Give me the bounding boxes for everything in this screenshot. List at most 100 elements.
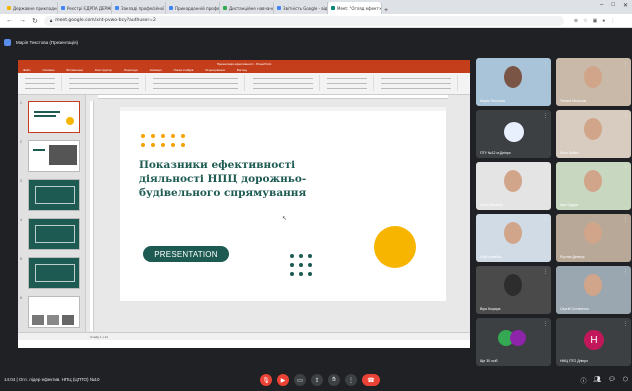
thumbnail-number: 4 — [20, 218, 22, 222]
tile-options-icon[interactable]: ⋮ — [543, 113, 548, 119]
ribbon-group[interactable] — [66, 75, 146, 91]
ribbon-group[interactable] — [324, 75, 374, 91]
lock-icon: 🔒︎ — [49, 18, 53, 24]
participant-tile[interactable]: ⋮ Тетяна Мельник — [556, 58, 631, 106]
ppt-menu-item[interactable]: Переходи — [124, 68, 138, 72]
extension-icon[interactable]: ▣ — [593, 18, 598, 24]
new-tab-icon[interactable]: + — [384, 7, 388, 14]
participant-tile[interactable]: ⋮ Ще 30 осіб — [476, 318, 551, 366]
tab-title: Прикордонній професі — [175, 5, 220, 11]
ribbon-group[interactable] — [378, 75, 458, 91]
tab-favicon-icon — [169, 6, 173, 10]
tile-options-icon[interactable]: ⋮ — [543, 165, 548, 171]
browser-tab[interactable]: Дистанційне навчання✕ — [220, 2, 274, 14]
participant-tile[interactable]: ⋮ Сергій Остапенко — [556, 266, 631, 314]
people-icon[interactable]: 👥︎ — [594, 376, 602, 385]
url-field[interactable]: 🔒︎ meet.google.com/xnt-pvwo-bcy?authuser=… — [43, 15, 564, 26]
tab-favicon-icon — [61, 6, 65, 10]
participant-tile[interactable]: ⋮ Іван Ордов — [556, 162, 631, 210]
tile-options-icon[interactable]: ⋮ — [623, 165, 628, 171]
participant-tile[interactable]: ⋮ Марія Текстова — [476, 58, 551, 106]
ribbon-group[interactable] — [22, 75, 62, 91]
forward-icon[interactable]: → — [19, 17, 26, 24]
participant-name: НЦВ Кривбас — [480, 255, 502, 259]
back-icon[interactable]: ← — [6, 17, 13, 24]
ribbon-control — [381, 88, 451, 89]
ruler-vertical — [90, 101, 94, 331]
ribbon-control — [381, 83, 451, 84]
profile-icon[interactable]: ● — [602, 18, 605, 24]
menu-icon[interactable]: ⋮ — [610, 18, 615, 24]
hangup-icon[interactable]: ☎︎ — [362, 374, 380, 386]
participant-tile[interactable]: ⋮ Юлія Балаєва — [476, 162, 551, 210]
ribbon-control — [69, 83, 139, 84]
call-controls: 🎙︎ ▶ ▭ ⇪ ✋︎ ⋮ ☎︎ — [260, 374, 380, 386]
ppt-menu-item[interactable]: Анімація — [150, 68, 162, 72]
ribbon-group[interactable] — [250, 75, 320, 91]
tile-options-icon[interactable]: ⋮ — [543, 217, 548, 223]
ppt-menu-item[interactable]: Файл — [23, 68, 30, 72]
minimize-icon[interactable]: – — [600, 2, 603, 9]
participant-video — [584, 170, 602, 192]
ribbon-control — [25, 83, 55, 84]
ruler-horizontal — [98, 95, 448, 99]
participant-tile[interactable]: ⋮ НЦВ Кривбас — [476, 214, 551, 262]
star-icon[interactable]: ☆ — [583, 18, 587, 24]
ppt-menu-item[interactable]: Основне — [42, 68, 54, 72]
browser-tab[interactable]: Державне прикладного✕ — [4, 2, 58, 14]
camera-icon[interactable]: ▶ — [277, 374, 289, 386]
participant-tile[interactable]: Н ⋮ НМЦ ПТО Дніпро — [556, 318, 631, 366]
tab-title: Дистанційне навчання — [229, 5, 274, 11]
ppt-window-title: Презентація ефективності - PowerPoint — [216, 61, 272, 66]
browser-tab[interactable]: Закладі професійної о✕ — [112, 2, 166, 14]
participant-tile[interactable]: ⋮ Леся Бойко — [556, 110, 631, 158]
slide-thumbnail[interactable] — [28, 179, 80, 211]
participant-tile[interactable]: ⋮ ПТУ №12 м.Дніпро — [476, 110, 551, 158]
mic-icon[interactable]: 🎙︎ — [260, 374, 272, 386]
captions-icon[interactable]: ▭ — [294, 374, 306, 386]
tile-options-icon[interactable]: ⋮ — [543, 321, 548, 327]
close-icon[interactable]: ✕ — [623, 2, 628, 9]
raise-hand-icon[interactable]: ✋︎ — [328, 374, 340, 386]
window-controls[interactable]: – □ ✕ — [600, 2, 628, 9]
slide-thumbnail[interactable] — [28, 257, 80, 289]
participant-video — [504, 274, 522, 296]
tab-close-icon[interactable]: ✕ — [379, 6, 381, 11]
tile-options-icon[interactable]: ⋮ — [623, 61, 628, 67]
ribbon-group[interactable] — [150, 75, 245, 91]
present-icon[interactable]: ⇪ — [311, 374, 323, 386]
slide-thumbnail[interactable] — [28, 101, 80, 133]
slide-thumbnail[interactable] — [28, 218, 80, 250]
slide-thumbnail[interactable] — [28, 140, 80, 172]
tile-options-icon[interactable]: ⋮ — [543, 61, 548, 67]
presenter-label: Марія Текстова (Презентація) — [4, 36, 78, 48]
info-icon[interactable]: ⓘ — [580, 376, 586, 385]
ppt-menu-item[interactable]: Вставлення — [66, 68, 82, 72]
chat-icon[interactable]: 💬︎ — [608, 376, 616, 385]
more-icon[interactable]: ⋮ — [345, 374, 357, 386]
ppt-menu-item[interactable]: Рецензування — [205, 68, 225, 72]
tile-options-icon[interactable]: ⋮ — [543, 269, 548, 275]
activities-icon[interactable]: ⬡ — [623, 376, 628, 385]
browser-tab[interactable]: Meet: "Огляд ефект ✕ — [328, 2, 382, 14]
tile-options-icon[interactable]: ⋮ — [623, 321, 628, 327]
ppt-menu-item[interactable]: Показ слайдів — [174, 68, 194, 72]
ribbon-control — [327, 88, 367, 89]
ribbon-control — [153, 83, 238, 84]
reload-icon[interactable]: ↻ — [32, 17, 38, 25]
participant-name: Руслан Демчук — [560, 255, 585, 259]
browser-tab[interactable]: Прикордонній професі✕ — [166, 2, 220, 14]
slide-thumbnail[interactable] — [28, 296, 80, 328]
tile-options-icon[interactable]: ⋮ — [623, 113, 628, 119]
participant-tile[interactable]: ⋮ Віра Коцюра — [476, 266, 551, 314]
browser-tab[interactable]: Реєстрі ЄДРПА ДЕРЖ✕ — [58, 2, 112, 14]
browser-tab[interactable]: Звітність Google - відо✕ — [274, 2, 328, 14]
ppt-menu-item[interactable]: Вигляд — [237, 68, 247, 72]
maximize-icon[interactable]: □ — [611, 2, 615, 9]
ppt-menu-item[interactable]: Конструктор — [95, 68, 112, 72]
participant-tile[interactable]: ⋮ Руслан Демчук — [556, 214, 631, 262]
tile-options-icon[interactable]: ⋮ — [623, 269, 628, 275]
current-slide: Показники ефективності діяльності НПЦ до… — [120, 107, 446, 301]
translate-icon[interactable]: ⊕ — [574, 18, 578, 24]
tile-options-icon[interactable]: ⋮ — [623, 217, 628, 223]
